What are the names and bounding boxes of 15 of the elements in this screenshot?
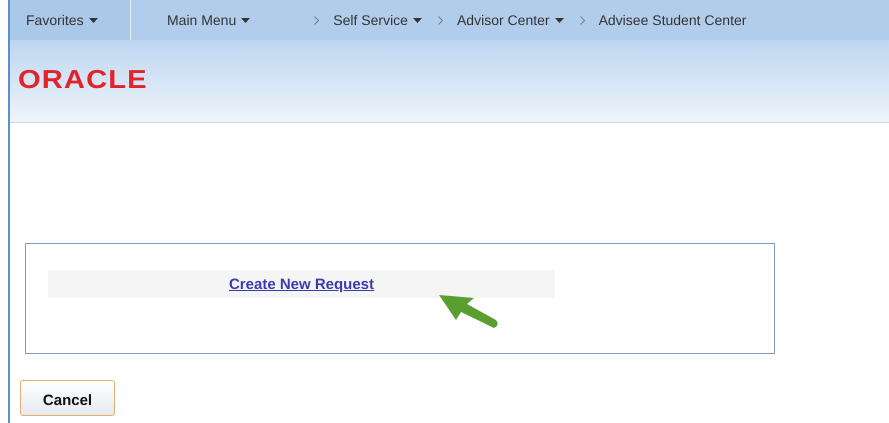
caret-icon — [88, 18, 98, 22]
oracle-logo: ORACLE — [18, 64, 148, 94]
cancel-button[interactable]: Cancel — [20, 380, 115, 416]
caret-icon — [412, 18, 422, 22]
breadcrumb-link[interactable]: Advisee Student Center — [598, 12, 746, 28]
chevron-right-icon — [314, 16, 320, 24]
create-new-request-link[interactable]: Create New Request — [228, 276, 374, 292]
chevron-right-icon — [438, 16, 443, 24]
breadcrumb-link[interactable]: Self Service — [333, 12, 422, 28]
caret-icon — [554, 18, 564, 22]
chevron-right-icon — [580, 16, 585, 24]
caret-icon — [241, 18, 250, 22]
breadcrumb-link[interactable]: Advisor Center — [456, 12, 564, 28]
breadcrumb-link[interactable]: Main Menu — [167, 12, 250, 28]
favorites-menu[interactable]: Favorites — [10, 0, 131, 40]
